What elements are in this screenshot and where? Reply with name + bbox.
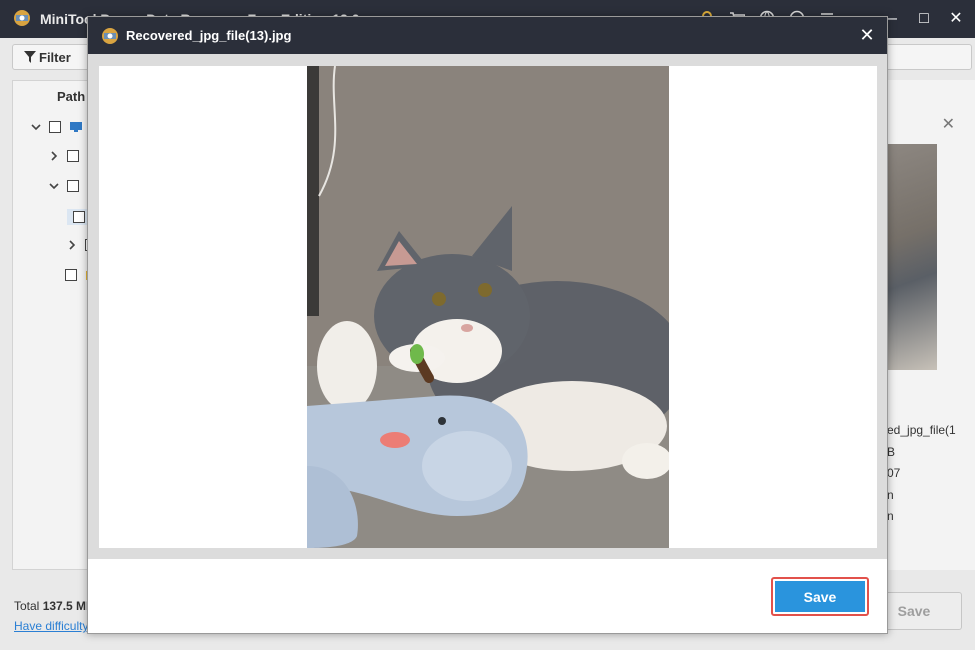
preview-photo [307,66,669,548]
info-filename: ed_jpg_file(1 [887,423,956,437]
dialog-footer: Save [88,559,887,633]
chevron-down-icon[interactable] [31,122,41,132]
tree-row[interactable] [49,180,79,192]
info-line: n [887,488,894,502]
app-logo-icon [14,10,30,26]
info-line: n [887,509,894,523]
panel-close-icon[interactable]: ✕ [942,114,955,134]
tree-checkbox[interactable] [67,150,79,162]
tree-row[interactable] [49,150,79,162]
tree-checkbox[interactable] [73,211,85,223]
tree-checkbox[interactable] [49,121,61,133]
tree-checkbox[interactable] [67,180,79,192]
filter-label: Filter [39,49,71,65]
computer-icon [70,122,82,132]
dialog-title: Recovered_jpg_file(13).jpg [126,28,292,43]
info-size: B [887,445,896,459]
chevron-right-icon[interactable] [49,151,59,161]
file-detail-panel: ✕ ed_jpg_file(1 B 07 n n [887,80,975,570]
dialog-close-button[interactable]: ✕ [857,25,877,45]
chevron-right-icon[interactable] [67,240,77,250]
window-close-button[interactable]: ✕ [945,8,967,30]
dialog-titlebar: Recovered_jpg_file(13).jpg ✕ [88,17,887,54]
save-button-label: Save [775,581,865,612]
file-thumbnail [887,144,937,370]
chevron-down-icon[interactable] [49,181,59,191]
total-size: Total 137.5 ME [14,599,95,613]
filter-icon [24,51,36,63]
maximize-button[interactable]: □ [913,8,935,30]
image-preview-frame [88,54,887,559]
save-button[interactable]: Save [771,577,869,616]
help-link[interactable]: Have difficulty [14,619,88,633]
tree-checkbox[interactable] [65,269,77,281]
preview-dialog: Recovered_jpg_file(13).jpg ✕ Save [87,16,888,634]
app-logo-icon [102,28,118,44]
path-column-header: Path [57,89,86,104]
info-date: 07 [887,466,901,480]
image-preview-area [99,66,877,548]
tree-row[interactable] [31,121,83,133]
